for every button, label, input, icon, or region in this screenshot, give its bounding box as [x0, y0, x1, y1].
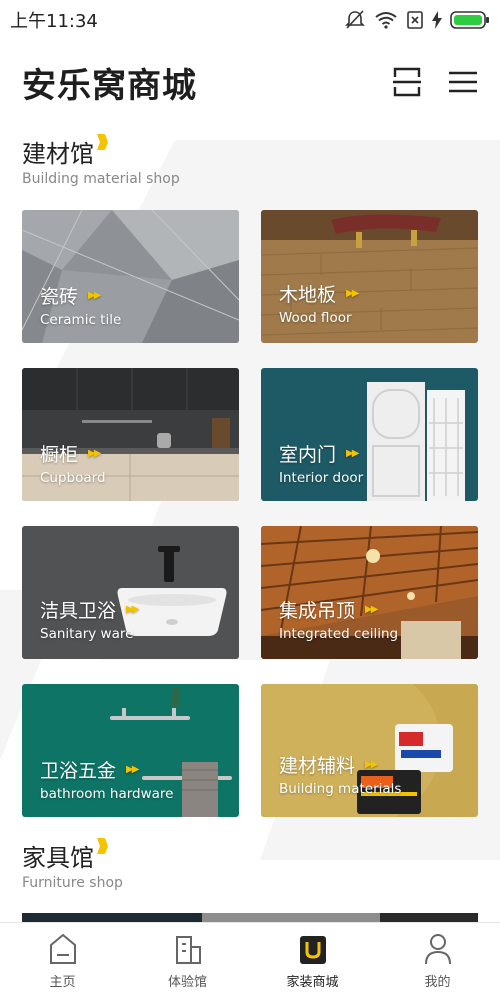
bottom-nav: 主页 体验馆 家装商城 我的: [0, 922, 500, 1000]
category-tile-wood-floor[interactable]: 木地板 ▶▶ Wood floor: [261, 210, 478, 343]
accent-hexagon-icon: [97, 838, 108, 854]
nav-item-experience[interactable]: 体验馆: [125, 923, 250, 1000]
status-icons: [344, 10, 490, 30]
tile-label: 集成吊顶 ▶▶ Integrated ceiling: [279, 596, 398, 642]
home-icon: [49, 933, 76, 964]
menu-button[interactable]: [448, 67, 478, 97]
double-chevron-icon: ▶▶: [88, 290, 101, 301]
tile-title: 洁具卫浴: [40, 600, 117, 622]
tile-label: 瓷砖 ▶▶ Ceramic tile: [40, 282, 121, 328]
nav-label: 主页: [49, 975, 76, 990]
tile-label: 橱柜 ▶▶ Cupboard: [40, 440, 106, 486]
building-icon: [175, 936, 201, 964]
nav-label: 体验馆: [167, 975, 207, 990]
furniture-section-title: 家具馆: [22, 838, 108, 873]
header-actions: [392, 67, 478, 97]
tile-title: 集成吊顶: [279, 600, 356, 622]
nav-item-home[interactable]: 主页: [0, 923, 125, 1000]
tile-subtitle: Ceramic tile: [40, 312, 122, 328]
double-chevron-icon: ▶▶: [126, 764, 139, 775]
menu-icon: [449, 71, 477, 93]
double-chevron-icon: ▶▶: [365, 759, 378, 770]
tile-subtitle: Interior door: [279, 470, 364, 486]
tile-label: 室内门 ▶▶ Interior door: [279, 440, 363, 486]
building-section-title: 建材馆: [22, 134, 108, 169]
mute-icon: [345, 10, 365, 29]
category-tile-sanitary-ware[interactable]: 洁具卫浴 ▶▶ Sanitary ware: [22, 526, 239, 659]
building-section-header: 建材馆 Building material shop: [22, 134, 180, 187]
battery-icon: [450, 11, 489, 29]
tile-subtitle: Building materials: [279, 781, 402, 797]
tile-title: 橱柜: [40, 444, 79, 466]
tile-title: 卫浴五金: [40, 760, 117, 782]
category-tile-ceramic[interactable]: 瓷砖 ▶▶ Ceramic tile: [22, 210, 239, 343]
furniture-section-subtitle: Furniture shop: [22, 875, 123, 891]
tile-subtitle: Wood floor: [279, 310, 352, 326]
accent-hexagon-icon: [97, 134, 108, 150]
nav-item-mall[interactable]: 家装商城: [250, 923, 375, 1000]
scan-button[interactable]: [392, 67, 422, 97]
tile-label: 木地板 ▶▶ Wood floor: [279, 280, 359, 326]
category-tile-interior-door[interactable]: 室内门 ▶▶ Interior door: [261, 368, 478, 501]
double-chevron-icon: ▶▶: [365, 604, 378, 615]
furniture-section-title-text: 家具馆: [22, 844, 94, 872]
charging-icon: [432, 11, 442, 29]
status-bar: 上午11:34: [0, 0, 500, 40]
tile-subtitle: bathroom hardware: [40, 786, 174, 802]
tile-subtitle: Cupboard: [40, 470, 106, 486]
category-tile-building-materials[interactable]: 建材辅料 ▶▶ Building materials: [261, 684, 478, 817]
building-section-subtitle: Building material shop: [22, 171, 180, 187]
double-chevron-icon: ▶▶: [346, 448, 359, 459]
tile-title: 建材辅料: [279, 755, 356, 777]
header: 安乐窝商城: [0, 52, 500, 112]
tile-label: 卫浴五金 ▶▶ bathroom hardware: [40, 756, 174, 802]
tile-subtitle: Integrated ceiling: [279, 626, 399, 642]
double-chevron-icon: ▶▶: [346, 288, 359, 299]
nav-label: 家装商城: [286, 975, 339, 990]
nav-label: 我的: [424, 975, 451, 990]
double-chevron-icon: ▶▶: [88, 448, 101, 459]
tile-title: 木地板: [279, 284, 337, 306]
person-icon: [424, 934, 451, 965]
tile-label: 洁具卫浴 ▶▶ Sanitary ware: [40, 596, 139, 642]
wifi-icon: [375, 12, 397, 29]
tile-subtitle: Sanitary ware: [40, 626, 134, 642]
mall-icon: [299, 936, 326, 964]
category-tile-cupboard[interactable]: 橱柜 ▶▶ Cupboard: [22, 368, 239, 501]
furniture-section-header: 家具馆 Furniture shop: [22, 838, 123, 891]
building-section-title-text: 建材馆: [22, 140, 94, 168]
scan-icon: [393, 67, 421, 97]
sim-none-icon: [407, 11, 423, 29]
tile-title: 室内门: [279, 444, 337, 466]
status-time: 上午11:34: [10, 11, 98, 32]
tile-title: 瓷砖: [40, 286, 79, 308]
nav-item-me[interactable]: 我的: [375, 923, 500, 1000]
double-chevron-icon: ▶▶: [126, 604, 139, 615]
tile-label: 建材辅料 ▶▶ Building materials: [279, 751, 401, 797]
category-tile-bathroom-hardware[interactable]: 卫浴五金 ▶▶ bathroom hardware: [22, 684, 239, 817]
category-tile-integrated-ceiling[interactable]: 集成吊顶 ▶▶ Integrated ceiling: [261, 526, 478, 659]
building-category-grid: 瓷砖 ▶▶ Ceramic tile 木地板 ▶▶ Wood floor 橱柜 …: [22, 210, 478, 817]
app-title: 安乐窝商城: [22, 65, 197, 106]
